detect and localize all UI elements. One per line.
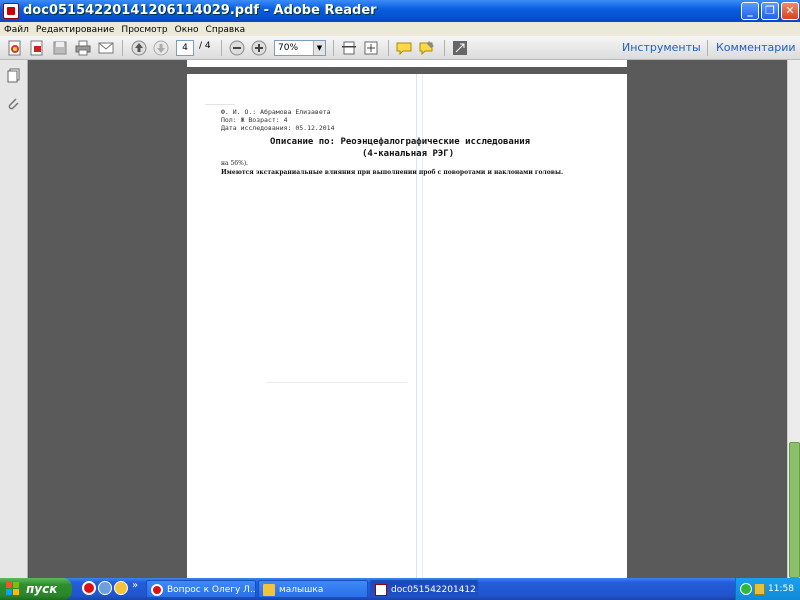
close-button[interactable]: ✕ <box>781 2 799 20</box>
internet-explorer-icon[interactable] <box>98 581 112 595</box>
menu-view[interactable]: Просмотр <box>117 23 170 37</box>
scrollbar-thumb[interactable] <box>789 442 800 578</box>
document-heading: Описание по: Реоэнцефалографические иссл… <box>270 137 531 147</box>
system-tray: 11:58 <box>735 578 800 600</box>
opera-icon[interactable] <box>82 581 96 595</box>
vertical-scrollbar[interactable] <box>787 60 800 578</box>
windows-flag-icon <box>6 582 19 595</box>
document-subheading: (4-канальная РЭГ) <box>362 149 455 159</box>
maximize-button[interactable]: ❐ <box>761 2 779 20</box>
start-button[interactable]: пуск <box>0 578 72 600</box>
previous-page-icon[interactable] <box>130 39 148 57</box>
zoom-value: 70% <box>278 43 299 53</box>
start-label: пуск <box>26 582 58 596</box>
email-icon[interactable] <box>97 39 115 57</box>
folder-icon <box>263 584 275 596</box>
exam-date: Дата исследования: 05.12.2014 <box>221 124 335 132</box>
network-status-icon[interactable] <box>740 583 752 595</box>
zoom-in-icon[interactable] <box>250 39 268 57</box>
body-line: Имеются экстакраниальные влияния при вып… <box>221 169 564 176</box>
patient-name: Ф. И. О.: Абрамова Елизавета <box>221 108 331 116</box>
task-label: малышка <box>279 585 324 595</box>
page-number-input[interactable]: 4 <box>176 40 194 56</box>
clock: 11:58 <box>768 584 794 594</box>
pdf-page: Ф. И. О.: Абрамова Елизавета Пол: Ж Возр… <box>187 74 627 578</box>
previous-page-edge <box>187 60 627 67</box>
convert-pdf-icon[interactable] <box>28 39 46 57</box>
opera-icon <box>151 584 163 596</box>
taskbar-item-opera[interactable]: Вопрос к Олегу Л... <box>146 580 256 598</box>
toolbar: 4 / 4 70% ▼ Инструменты Комментарии <box>0 36 800 60</box>
adobe-reader-icon <box>375 584 387 596</box>
menu-file[interactable]: Файл <box>0 23 32 37</box>
save-icon[interactable] <box>51 39 69 57</box>
chevron-down-icon[interactable]: ▼ <box>313 41 325 55</box>
attachments-icon[interactable] <box>6 96 22 112</box>
toolbar-separator <box>122 40 123 56</box>
quicklaunch-chevron[interactable]: » <box>132 580 138 591</box>
highlight-icon[interactable] <box>418 39 436 57</box>
menu-edit[interactable]: Редактирование <box>32 23 118 37</box>
next-page-icon[interactable] <box>152 39 170 57</box>
toolbar-separator <box>388 40 389 56</box>
fit-page-icon[interactable] <box>340 39 358 57</box>
pages-thumbnail-icon[interactable] <box>6 68 22 84</box>
taskbar-item-folder[interactable]: малышка <box>258 580 368 598</box>
title-bar: doc05154220141206114029.pdf - Adobe Read… <box>0 0 800 22</box>
comments-button[interactable]: Комментарии <box>716 41 796 54</box>
toolbar-separator <box>333 40 334 56</box>
taskbar-item-adobe-reader[interactable]: doc051542201412... <box>370 580 478 598</box>
zoom-select[interactable]: 70% ▼ <box>274 40 326 56</box>
tools-button[interactable]: Инструменты <box>622 41 701 54</box>
comment-icon[interactable] <box>395 39 413 57</box>
toolbar-separator <box>444 40 445 56</box>
toolbar-separator <box>221 40 222 56</box>
scan-artifact <box>205 104 235 105</box>
task-label: Вопрос к Олегу Л... <box>167 585 256 595</box>
scan-artifact <box>267 382 407 383</box>
quicklaunch-icon[interactable] <box>114 581 128 595</box>
task-label: doc051542201412... <box>391 585 478 595</box>
navigation-panel <box>0 60 28 578</box>
window-title: doc05154220141206114029.pdf - Adobe Read… <box>23 3 377 18</box>
taskbar: пуск » Вопрос к Олегу Л... малышка doc05… <box>0 578 800 600</box>
menu-bar: Файл Редактирование Просмотр Окно Справка <box>0 22 800 36</box>
body-line: на 56%). <box>221 160 249 167</box>
menu-window[interactable]: Окно <box>171 23 202 37</box>
tray-app-icon[interactable] <box>754 583 765 595</box>
print-icon[interactable] <box>74 39 92 57</box>
minimize-button[interactable]: _ <box>741 2 759 20</box>
document-viewport[interactable]: Ф. И. О.: Абрамова Елизавета Пол: Ж Возр… <box>29 60 787 578</box>
create-pdf-icon[interactable] <box>6 39 24 57</box>
patient-sex-age: Пол: Ж Возраст: 4 <box>221 116 288 124</box>
expand-icon[interactable] <box>451 39 469 57</box>
page-total: / 4 <box>199 41 211 51</box>
toolbar-separator <box>707 40 708 56</box>
zoom-out-icon[interactable] <box>228 39 246 57</box>
menu-help[interactable]: Справка <box>202 23 249 37</box>
adobe-reader-icon <box>3 3 19 19</box>
fit-width-icon[interactable] <box>362 39 380 57</box>
